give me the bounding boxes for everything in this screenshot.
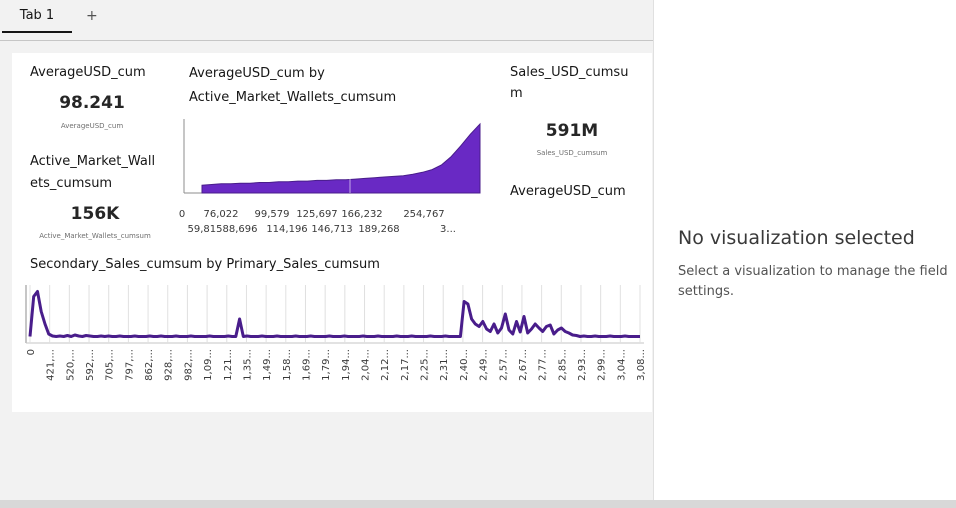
area-x-tick: 76,022 <box>204 209 239 220</box>
kpi-wallets-title-line1: Active_Market_Wall <box>30 154 156 169</box>
kpi-wallets-value: 156K <box>70 204 120 224</box>
line-x-tick: 1,49... <box>262 349 273 381</box>
area-series[interactable] <box>201 122 481 194</box>
add-tab-button[interactable]: + <box>86 8 98 24</box>
line-x-tick: 2,93... <box>577 349 588 381</box>
line-x-tick: 2,49... <box>479 349 490 381</box>
line-x-tick: 797,... <box>124 349 135 381</box>
line-x-tick: 1,21... <box>223 349 234 381</box>
line-series[interactable] <box>28 290 640 338</box>
kpi-averageusd-value: 98.241 <box>59 93 125 113</box>
line-x-tick: 421,... <box>46 349 57 381</box>
kpi-averageusd2-title: AverageUSD_cum <box>510 184 626 199</box>
line-x-tick: 1,09... <box>203 349 214 381</box>
area-x-tick: 189,268 <box>358 224 399 235</box>
line-chart[interactable]: 0 421,... 520,... 592,... 705,... 797,... 862,… <box>18 281 648 409</box>
area-x-tick: 0 <box>179 209 185 220</box>
line-x-tick: 1,35... <box>242 349 253 381</box>
horizontal-scrollbar[interactable] <box>0 500 956 508</box>
panel-title: No visualization selected <box>678 227 915 249</box>
line-x-tick: 1,94... <box>341 349 352 381</box>
area-chart-title-line1: AverageUSD_cum by <box>189 66 325 81</box>
line-x-tick: 928,... <box>164 349 175 381</box>
line-x-tick: 1,79... <box>321 349 332 381</box>
line-x-tick: 0 <box>26 349 37 355</box>
line-x-tick: 705,... <box>105 349 116 381</box>
line-x-tick: 2,67... <box>518 349 529 381</box>
dashboard-canvas: AverageUSD_cum 98.241 AverageUSD_cum Act… <box>12 53 652 412</box>
line-x-tick: 2,04... <box>361 349 372 381</box>
field-settings-panel: No visualization selected Select a visua… <box>653 0 956 500</box>
line-chart-title: Secondary_Sales_cumsum by Primary_Sales_… <box>30 257 380 272</box>
tab-1[interactable]: Tab 1 <box>2 0 72 33</box>
panel-description: Select a visualization to manage the fie… <box>678 264 948 299</box>
line-x-tick: 2,77... <box>538 349 549 381</box>
line-x-tick: 520,... <box>65 349 76 381</box>
kpi-sales-title-line1: Sales_USD_cumsu <box>510 65 629 80</box>
area-x-tick: 114,196 <box>266 224 307 235</box>
area-x-tick: 88,696 <box>223 224 258 235</box>
area-x-tick: 99,579 <box>255 209 290 220</box>
line-x-tick: 982,... <box>183 349 194 381</box>
kpi-sales-title-line2: m <box>510 86 523 101</box>
area-chart-title-line2: Active_Market_Wallets_cumsum <box>189 90 397 105</box>
tab-bar: Tab 1 + <box>0 0 653 41</box>
kpi-averageusd-caption: AverageUSD_cum <box>60 122 124 130</box>
kpi-sales-caption: Sales_USD_cumsum <box>536 149 608 157</box>
kpi-averageusd-title: AverageUSD_cum <box>30 65 146 80</box>
line-x-tick: 3,04... <box>616 349 627 381</box>
line-x-tick: 2,31... <box>439 349 450 381</box>
line-x-tick: 592,... <box>85 349 96 381</box>
line-x-tick: 2,25... <box>420 349 431 381</box>
area-x-tick: 125,697 <box>296 209 337 220</box>
kpi-sales-value: 591M <box>545 121 599 141</box>
line-x-tick: 2,85... <box>557 349 568 381</box>
kpi-wallets-title-line2: ets_cumsum <box>30 176 113 191</box>
line-x-tick: 2,17... <box>400 349 411 381</box>
line-x-tick: 1,58... <box>282 349 293 381</box>
area-chart[interactable]: 0 76,022 99,579 125,697 166,232 254,767 59,815… <box>172 117 492 237</box>
line-x-tick: 2,57... <box>498 349 509 381</box>
area-x-tick: 59,815 <box>188 224 223 235</box>
area-x-tick: 146,713 <box>311 224 352 235</box>
area-x-tick: 3... <box>440 224 456 235</box>
line-x-tick: 3,08... <box>636 349 647 381</box>
kpi-wallets-caption: Active_Market_Wallets_cumsum <box>39 232 151 240</box>
line-x-tick: 2,40... <box>459 349 470 381</box>
line-x-tick: 2,12... <box>380 349 391 381</box>
line-x-tick: 862,... <box>144 349 155 381</box>
line-x-tick: 1,69... <box>301 349 312 381</box>
tab-label: Tab 1 <box>19 8 55 23</box>
line-x-tick: 2,99... <box>597 349 608 381</box>
area-x-tick: 254,767 <box>403 209 444 220</box>
area-x-tick: 166,232 <box>341 209 382 220</box>
